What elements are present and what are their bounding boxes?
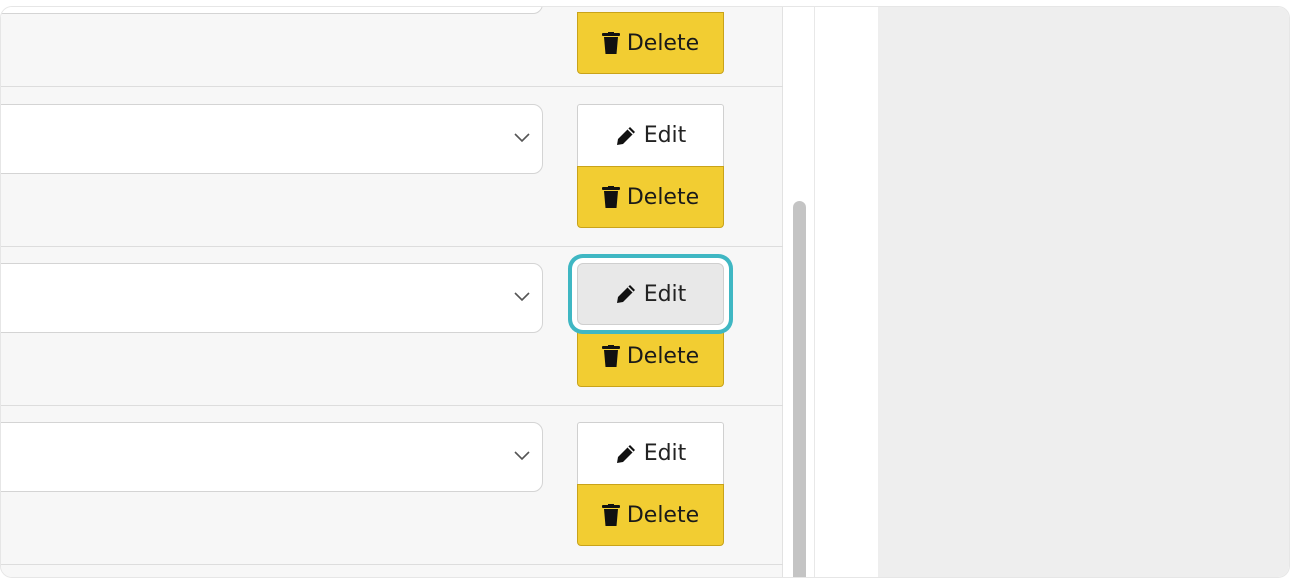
screenshot-frame: Delete Edit Delete Delete Edit Edit Dele… [0, 0, 1294, 578]
edit-button[interactable]: Edit [577, 104, 724, 166]
pencil-icon [616, 126, 635, 145]
item-list: Delete Edit Delete Delete Edit Edit Dele… [1, 7, 783, 577]
pencil-icon [616, 444, 635, 463]
list-row: Delete Edit [1, 246, 783, 406]
edit-label: Edit [643, 123, 687, 148]
app-window: Delete Edit Delete Delete Edit Edit Dele… [0, 6, 1290, 578]
edit-label: Edit [643, 281, 687, 307]
trash-icon [601, 186, 620, 208]
item-select[interactable] [1, 104, 543, 174]
delete-label: Delete [626, 502, 700, 528]
delete-button[interactable]: Delete [577, 484, 724, 546]
pencil-icon [616, 285, 635, 303]
delete-button[interactable]: Delete [577, 12, 724, 74]
side-panel [878, 7, 1289, 577]
divider [816, 7, 878, 577]
delete-label: Delete [626, 184, 700, 210]
item-select[interactable] [1, 7, 543, 14]
chevron-down-icon [514, 451, 530, 461]
trash-icon [601, 504, 620, 526]
chevron-down-icon [514, 292, 530, 302]
delete-label: Delete [626, 30, 700, 56]
item-select[interactable] [1, 422, 543, 492]
scrollbar-thumb[interactable] [793, 201, 806, 577]
chevron-down-icon [514, 133, 530, 143]
edit-button[interactable]: Edit [577, 263, 724, 325]
list-row: Edit Delete [1, 405, 783, 565]
edit-button[interactable]: Edit [577, 422, 724, 484]
delete-button[interactable]: Delete [577, 325, 724, 387]
item-select[interactable] [1, 263, 543, 333]
list-row: Delete [1, 7, 783, 87]
delete-button[interactable]: Delete [577, 166, 724, 228]
list-row: Edit Delete [1, 87, 783, 247]
trash-icon [601, 32, 620, 54]
scrollbar-track[interactable] [783, 7, 815, 577]
delete-label: Delete [626, 343, 700, 369]
trash-icon [601, 345, 620, 367]
edit-label: Edit [643, 441, 687, 466]
